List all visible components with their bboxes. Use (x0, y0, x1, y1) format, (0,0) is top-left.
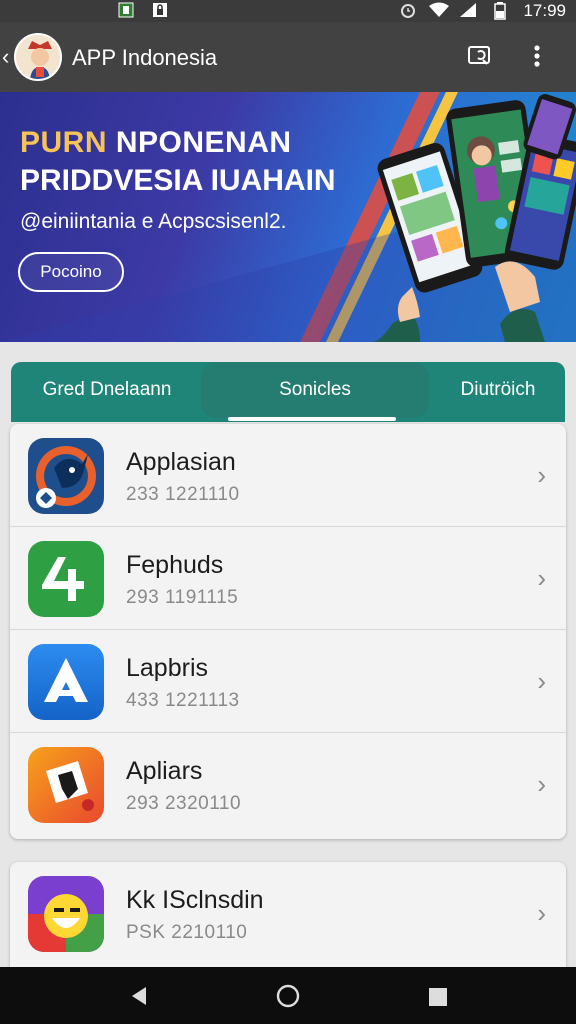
status-time: 17:99 (523, 1, 566, 20)
tab-sonicles[interactable]: Sonicles (201, 362, 429, 418)
signal-icon (458, 2, 478, 18)
list-item[interactable]: Kk ISclnsdin PSK 2210110 › (10, 862, 566, 965)
recents-nav-icon[interactable] (428, 987, 448, 1012)
list-item[interactable]: Lapbris 433 1221113 › (10, 630, 566, 733)
cast-icon[interactable] (466, 42, 494, 70)
tab-indicator (228, 417, 396, 421)
app-meta: 293 2320110 (126, 793, 242, 814)
app-list-card: Applasian 233 1221110 › Fephuds 293 1191… (10, 424, 566, 839)
more-vert-icon[interactable] (530, 42, 544, 70)
chevron-right-icon: › (537, 769, 546, 799)
list-item[interactable]: Apliars 293 2320110 › (10, 733, 566, 836)
promo-banner[interactable]: PURN NPONENAN PRIDDVESIA IUAHAIN @einiin… (0, 92, 576, 342)
tab-bar: Gred Dnelaann Sonicles Diutröich (11, 362, 565, 422)
banner-headline-accent: PURN (20, 126, 108, 159)
notification-icon (118, 2, 134, 18)
app-icon-lapbris (28, 644, 104, 720)
app-title: APP Indonesia (72, 45, 218, 70)
home-nav-icon[interactable] (276, 984, 300, 1013)
back-nav-icon[interactable] (128, 985, 150, 1012)
app-meta: 233 1221110 (126, 484, 240, 505)
app-name: Lapbris (126, 654, 208, 682)
banner-subtitle: @einiintania e Acpscsisenl2. (20, 210, 287, 233)
app-icon-fephuds (28, 541, 104, 617)
app-meta: 433 1221113 (126, 690, 240, 711)
app-icon-apliars (28, 747, 104, 823)
banner-headline: PURN NPONENAN (20, 126, 292, 160)
app-name: Applasian (126, 448, 236, 476)
tab-diutroich[interactable]: Diutröich (421, 362, 565, 418)
app-bar: ‹ APP Indonesia (0, 22, 576, 92)
app-name: Fephuds (126, 551, 224, 579)
avatar[interactable] (14, 33, 62, 81)
alarm-icon (400, 2, 416, 18)
battery-icon (494, 2, 506, 20)
app-meta: PSK 2210110 (126, 922, 248, 943)
chevron-right-icon: › (537, 898, 546, 928)
chevron-right-icon: › (537, 460, 546, 490)
system-nav-bar (0, 967, 576, 1024)
app-name: Kk ISclnsdin (126, 886, 264, 914)
back-arrow-icon[interactable]: ‹ (2, 44, 9, 70)
app-icon-applasian (28, 438, 104, 514)
banner-headline-line2: PRIDDVESIA IUAHAIN (20, 164, 336, 197)
lock-notification-icon (152, 2, 168, 18)
app-list-card-2: Kk ISclnsdin PSK 2210110 › (10, 862, 566, 972)
app-meta: 293 1191115 (126, 587, 239, 608)
banner-cta-button[interactable]: Pocoino (18, 252, 124, 292)
chevron-right-icon: › (537, 563, 546, 593)
app-name: Apliars (126, 757, 203, 785)
wifi-icon (428, 2, 450, 18)
list-item[interactable]: Fephuds 293 1191115 › (10, 527, 566, 630)
status-bar: 17:99 (0, 0, 576, 22)
tab-gred-dnelaann[interactable]: Gred Dnelaann (11, 362, 203, 418)
list-item[interactable]: Applasian 233 1221110 › (10, 424, 566, 527)
chevron-right-icon: › (537, 666, 546, 696)
app-icon-kk-isclnsdin (28, 876, 104, 952)
banner-headline-rest: NPONENAN (107, 126, 292, 159)
